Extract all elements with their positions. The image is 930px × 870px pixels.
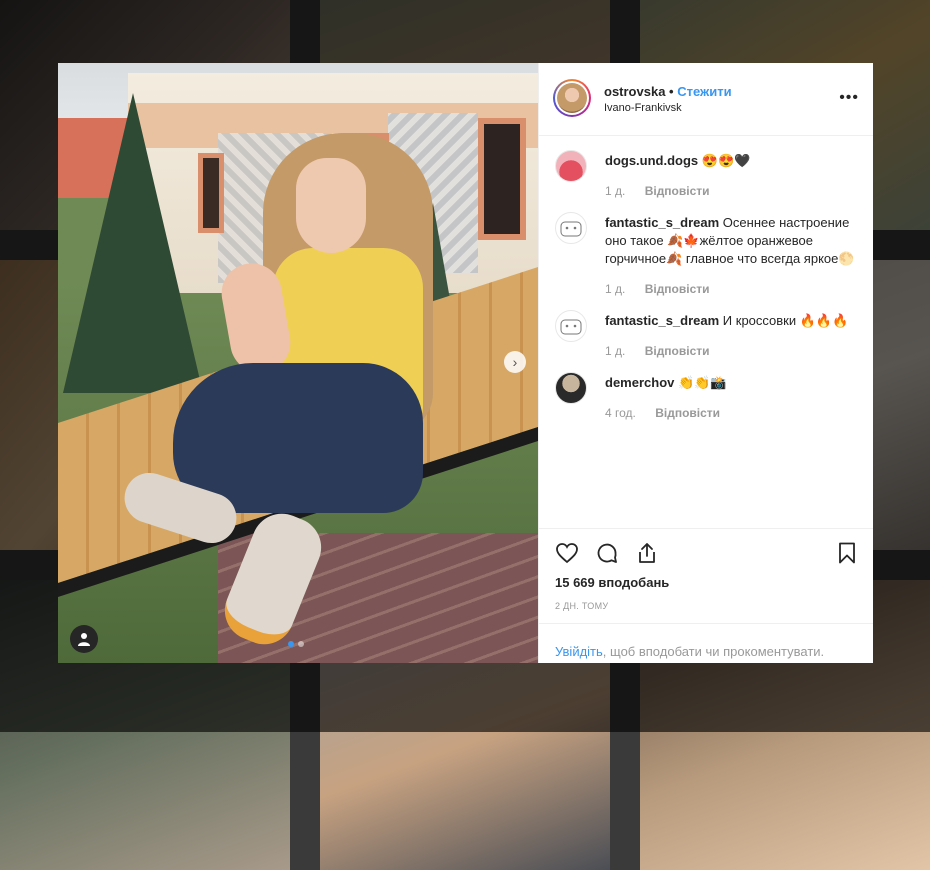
comment-meta: 4 год. Відповісти xyxy=(605,406,857,420)
post-modal: › ostrovska • Стежити Ivano-Frankivsk ••… xyxy=(58,63,873,663)
comment-text: fantastic_s_dream Осеннее настроение оно… xyxy=(605,212,857,268)
location-link[interactable]: Ivano-Frankivsk xyxy=(604,102,682,114)
user-tag-glyph xyxy=(78,633,90,646)
post-author: ostrovska • Стежити xyxy=(604,84,732,99)
more-icon[interactable]: ••• xyxy=(839,89,859,107)
comment-text: demerchov 👏👏📸 xyxy=(605,372,857,392)
comment-meta: 1 д. Відповісти xyxy=(605,184,857,198)
comment-username[interactable]: fantastic_s_dream xyxy=(605,215,719,230)
comment-time[interactable]: 1 д. xyxy=(605,344,625,358)
next-arrow-icon[interactable]: › xyxy=(504,351,526,373)
comment-item: demerchov 👏👏📸 4 год. Відповісти xyxy=(539,372,873,420)
reply-button[interactable]: Відповісти xyxy=(645,184,710,198)
carousel-dot xyxy=(298,641,304,647)
sketch-avatar-glyph xyxy=(560,319,582,335)
comment-time[interactable]: 1 д. xyxy=(605,282,625,296)
comment-username[interactable]: fantastic_s_dream xyxy=(605,313,719,328)
post-header: ostrovska • Стежити Ivano-Frankivsk ••• xyxy=(539,63,873,136)
comment-body: И кроссовки 🔥🔥🔥 xyxy=(722,313,849,328)
comment-meta: 1 д. Відповісти xyxy=(605,344,857,358)
avatar-image xyxy=(557,83,587,113)
comment-avatar[interactable] xyxy=(555,310,587,342)
post-sidebar: ostrovska • Стежити Ivano-Frankivsk ••• … xyxy=(538,63,873,663)
comment-body: 👏👏📸 xyxy=(678,375,727,390)
separator: • xyxy=(669,84,674,99)
photo-window xyxy=(478,118,526,240)
login-prompt-text: Увійдіть, щоб вподобати чи прокоментуват… xyxy=(555,644,824,659)
comment-username[interactable]: dogs.und.dogs xyxy=(605,153,698,168)
author-username[interactable]: ostrovska xyxy=(604,84,665,99)
carousel-dots xyxy=(288,641,304,647)
avatar[interactable] xyxy=(553,79,591,117)
comment-avatar[interactable] xyxy=(555,212,587,244)
comment-text: fantastic_s_dream И кроссовки 🔥🔥🔥 xyxy=(605,310,857,330)
comment-username[interactable]: demerchov xyxy=(605,375,674,390)
comments-list: dogs.und.dogs 😍😍🖤 1 д. Відповісти fantas xyxy=(539,136,873,528)
comment-item: fantastic_s_dream Осеннее настроение оно… xyxy=(539,212,873,296)
login-link[interactable]: Увійдіть xyxy=(555,644,603,659)
share-icon[interactable] xyxy=(635,541,659,565)
photo-tree xyxy=(63,93,203,393)
carousel-dot-active xyxy=(288,641,294,647)
photo-person-face xyxy=(296,158,366,253)
comment-time[interactable]: 1 д. xyxy=(605,184,625,198)
post-actions: 15 669 вподобань xyxy=(539,528,873,599)
post-timestamp[interactable]: 2 ДН. ТОМУ xyxy=(555,601,608,611)
reply-button[interactable]: Відповісти xyxy=(655,406,720,420)
login-prompt: Увійдіть, щоб вподобати чи прокоментуват… xyxy=(539,623,873,663)
login-prompt-rest: , щоб вподобати чи прокоментувати. xyxy=(602,644,825,659)
comment-time[interactable]: 4 год. xyxy=(605,406,636,420)
comment-avatar[interactable] xyxy=(555,150,587,182)
likes-count[interactable]: 15 669 вподобань xyxy=(555,575,669,590)
post-photo[interactable]: › xyxy=(58,63,538,663)
comment-item: dogs.und.dogs 😍😍🖤 1 д. Відповісти xyxy=(539,150,873,198)
comment-meta: 1 д. Відповісти xyxy=(605,282,857,296)
comment-body: 😍😍🖤 xyxy=(701,153,751,168)
comment-item: fantastic_s_dream И кроссовки 🔥🔥🔥 1 д. В… xyxy=(539,310,873,358)
bookmark-icon[interactable] xyxy=(835,541,859,565)
comment-icon[interactable] xyxy=(595,541,619,565)
comment-avatar[interactable] xyxy=(555,372,587,404)
user-tag-icon[interactable] xyxy=(70,625,98,653)
sketch-avatar-glyph xyxy=(560,221,582,237)
heart-icon[interactable] xyxy=(555,541,579,565)
post-time: 2 ДН. ТОМУ xyxy=(539,599,873,623)
reply-button[interactable]: Відповісти xyxy=(645,344,710,358)
follow-button[interactable]: Стежити xyxy=(677,84,731,99)
comment-text: dogs.und.dogs 😍😍🖤 xyxy=(605,150,857,170)
reply-button[interactable]: Відповісти xyxy=(645,282,710,296)
